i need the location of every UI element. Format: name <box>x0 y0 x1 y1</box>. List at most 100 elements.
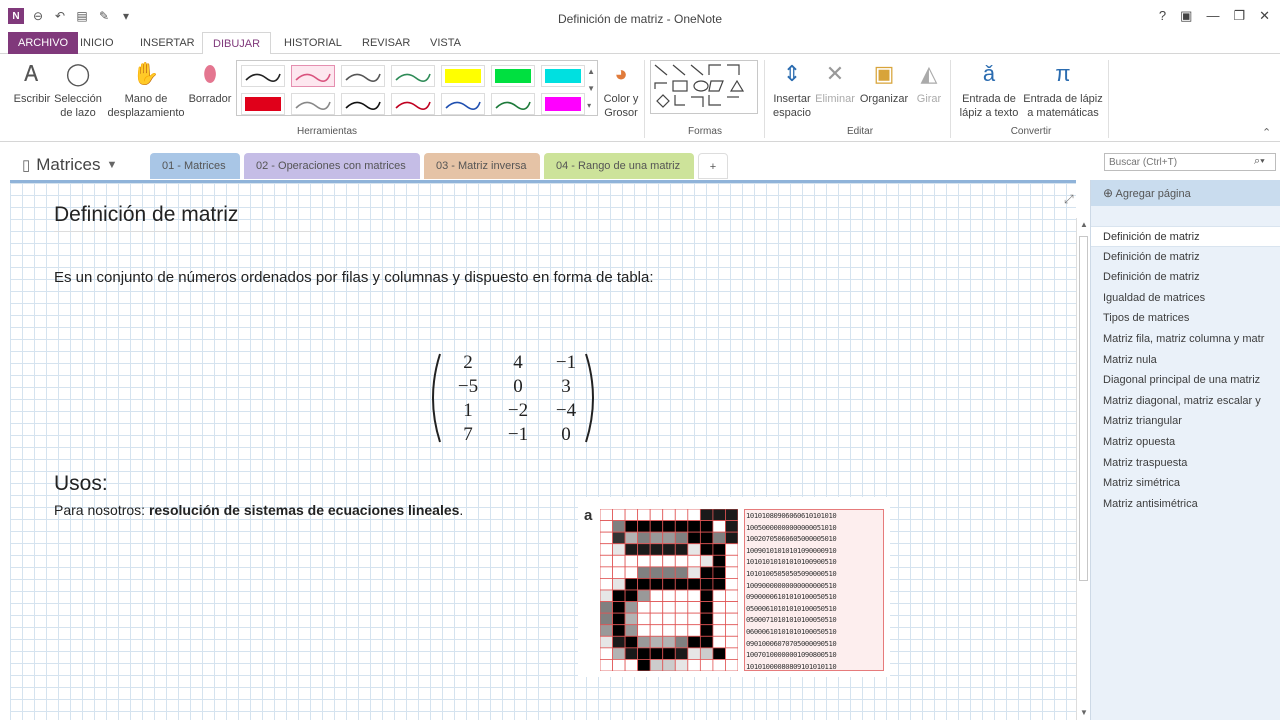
page-canvas[interactable] <box>10 180 1076 720</box>
pen-swatch[interactable] <box>341 93 385 115</box>
notebook-name: Matrices <box>36 155 101 174</box>
highlighter-swatch <box>245 97 281 111</box>
shapes-gallery[interactable] <box>650 60 758 114</box>
pen-stroke-icon <box>295 101 331 110</box>
bitmap-cell <box>725 635 738 649</box>
collapse-ribbon-icon[interactable]: ⌃ <box>1262 126 1271 139</box>
section-tab-02[interactable]: 02 - Operaciones con matrices <box>244 153 420 179</box>
pen-swatch[interactable] <box>341 65 385 87</box>
fullscreen-icon[interactable]: ▣ <box>1180 8 1192 24</box>
eraser-button[interactable]: ⬮ Borrador <box>186 60 234 106</box>
page-list-item[interactable]: Tipos de matrices <box>1091 308 1280 329</box>
page-title[interactable]: Definición de matriz <box>54 203 238 227</box>
search-input[interactable] <box>1104 153 1276 171</box>
page-list-item[interactable]: Diagonal principal de una matriz <box>1091 370 1280 391</box>
page-description[interactable]: Es un conjunto de números ordenados por … <box>54 269 654 286</box>
bitmap-cell <box>674 543 689 556</box>
group-separator <box>644 60 645 138</box>
usos-text[interactable]: Para nosotros: resolución de sistemas de… <box>54 502 463 518</box>
usos-prefix: Para nosotros: <box>54 502 149 518</box>
bitmap-number-row: 09010006070705000090510 <box>746 638 837 648</box>
ink-to-math-button[interactable]: π Entrada de lápiz a matemáticas <box>1022 60 1104 120</box>
page-list-item[interactable]: Matriz triangular <box>1091 411 1280 432</box>
scroll-down-icon[interactable]: ▼ <box>1080 708 1088 717</box>
bitmap-cell <box>674 531 689 545</box>
tab-insertar[interactable]: INSERTAR <box>130 32 205 54</box>
help-icon[interactable]: ? <box>1159 8 1166 24</box>
bitmap-cell <box>674 624 689 637</box>
ink-to-text-button[interactable]: ǎ Entrada de lápiz a texto <box>956 60 1022 120</box>
letter-bitmap-image[interactable]: a 10101080906060610101010 100500000000000… <box>578 497 890 677</box>
group-separator <box>1108 60 1109 138</box>
close-icon[interactable]: ✕ <box>1259 8 1270 24</box>
expand-icon[interactable]: ⤢ <box>1064 192 1074 207</box>
tab-revisar[interactable]: REVISAR <box>352 32 420 54</box>
bitmap-cell <box>712 601 726 614</box>
section-tab-03[interactable]: 03 - Matriz inversa <box>424 153 540 179</box>
pen-swatch[interactable] <box>241 65 285 87</box>
pen-gallery: ▲ ▼ ▾ <box>236 60 598 116</box>
bitmap-cell <box>624 520 639 533</box>
page-list-item[interactable]: Matriz fila, matriz columna y matr <box>1091 329 1280 350</box>
bitmap-number-row: 06000610101010100050510 <box>746 626 837 636</box>
page-list-item[interactable]: Matriz nula <box>1091 350 1280 371</box>
matrix-cell: −4 <box>556 400 577 421</box>
tab-dibujar[interactable]: DIBUJAR <box>202 32 272 55</box>
page-list-item[interactable]: Matriz traspuesta <box>1091 453 1280 474</box>
insertar-espacio-button[interactable]: ⇕ Insertar espacio <box>770 60 814 120</box>
tab-archivo[interactable]: ARCHIVO <box>8 32 79 54</box>
escribir-button[interactable]: Ꭺ Escribir <box>12 60 52 106</box>
pen-swatch[interactable] <box>391 93 435 115</box>
usos-heading[interactable]: Usos: <box>54 472 108 496</box>
gallery-scroll-icon[interactable]: ▲ ▼ ▾ <box>587 63 595 114</box>
pen-swatch[interactable] <box>291 93 335 115</box>
pen-swatch[interactable] <box>541 65 585 87</box>
matrix-cell: 1 <box>463 400 473 421</box>
vertical-scrollbar[interactable]: ▲ ▼ <box>1076 218 1090 720</box>
left-parenthesis <box>432 353 441 443</box>
page-list-item[interactable]: Matriz diagonal, matriz escalar y <box>1091 391 1280 412</box>
pen-swatch[interactable] <box>441 93 485 115</box>
section-tab-01[interactable]: 01 - Matrices <box>150 153 240 179</box>
page-list-item[interactable]: Matriz opuesta <box>1091 432 1280 453</box>
page-list-item[interactable]: Definición de matriz <box>1091 267 1280 288</box>
page-list-item[interactable]: Definición de matriz <box>1091 226 1280 247</box>
highlighter-swatch <box>545 69 581 83</box>
page-list-item[interactable]: Matriz antisimétrica <box>1091 494 1280 515</box>
pen-swatch[interactable] <box>391 65 435 87</box>
tab-vista[interactable]: VISTA <box>420 32 471 54</box>
bitmap-cell <box>712 624 726 637</box>
search-icon[interactable]: ⌕▾ <box>1254 155 1265 168</box>
girar-button[interactable]: ◭ Girar <box>912 60 946 106</box>
restore-icon[interactable]: ❐ <box>1233 8 1245 24</box>
pen-swatch[interactable] <box>491 93 535 115</box>
pen-swatch[interactable] <box>541 93 585 115</box>
add-section-button[interactable]: + <box>698 153 728 179</box>
bitmap-cell <box>662 647 676 660</box>
scroll-thumb[interactable] <box>1079 236 1088 581</box>
page-list-item[interactable]: Definición de matriz <box>1091 247 1280 268</box>
bitmap-cell <box>662 554 676 568</box>
tab-inicio[interactable]: INICIO <box>70 32 124 54</box>
page-list-item[interactable]: Matriz simétrica <box>1091 473 1280 494</box>
page-list-item[interactable]: Igualdad de matrices <box>1091 288 1280 309</box>
notebook-selector[interactable]: ▯ Matrices ▼ <box>22 155 117 175</box>
bitmap-number-row: 10090101010101090000910 <box>746 545 837 555</box>
pen-swatch[interactable] <box>491 65 535 87</box>
group-editar: Editar <box>846 126 874 137</box>
organizar-button[interactable]: ▣ Organizar <box>858 60 910 106</box>
pan-hand-button[interactable]: ✋ Mano de desplazamiento <box>106 60 186 120</box>
lasso-select-button[interactable]: ◯ Selección de lazo <box>52 60 104 120</box>
color-grosor-button[interactable]: ◕ Color y Grosor <box>600 60 642 120</box>
matrix-cell: −2 <box>508 400 528 421</box>
pen-swatch[interactable] <box>241 93 285 115</box>
tab-historial[interactable]: HISTORIAL <box>274 32 352 54</box>
pen-swatch[interactable] <box>291 65 335 87</box>
section-tab-04[interactable]: 04 - Rango de una matriz <box>544 153 694 179</box>
pen-swatch[interactable] <box>441 65 485 87</box>
minimize-icon[interactable]: — <box>1206 8 1219 24</box>
scroll-up-icon[interactable]: ▲ <box>1080 220 1088 229</box>
eliminar-button[interactable]: ✕ Eliminar <box>814 60 856 106</box>
pen-stroke-icon <box>395 101 431 110</box>
add-page-button[interactable]: ⊕ Agregar página <box>1091 180 1280 206</box>
